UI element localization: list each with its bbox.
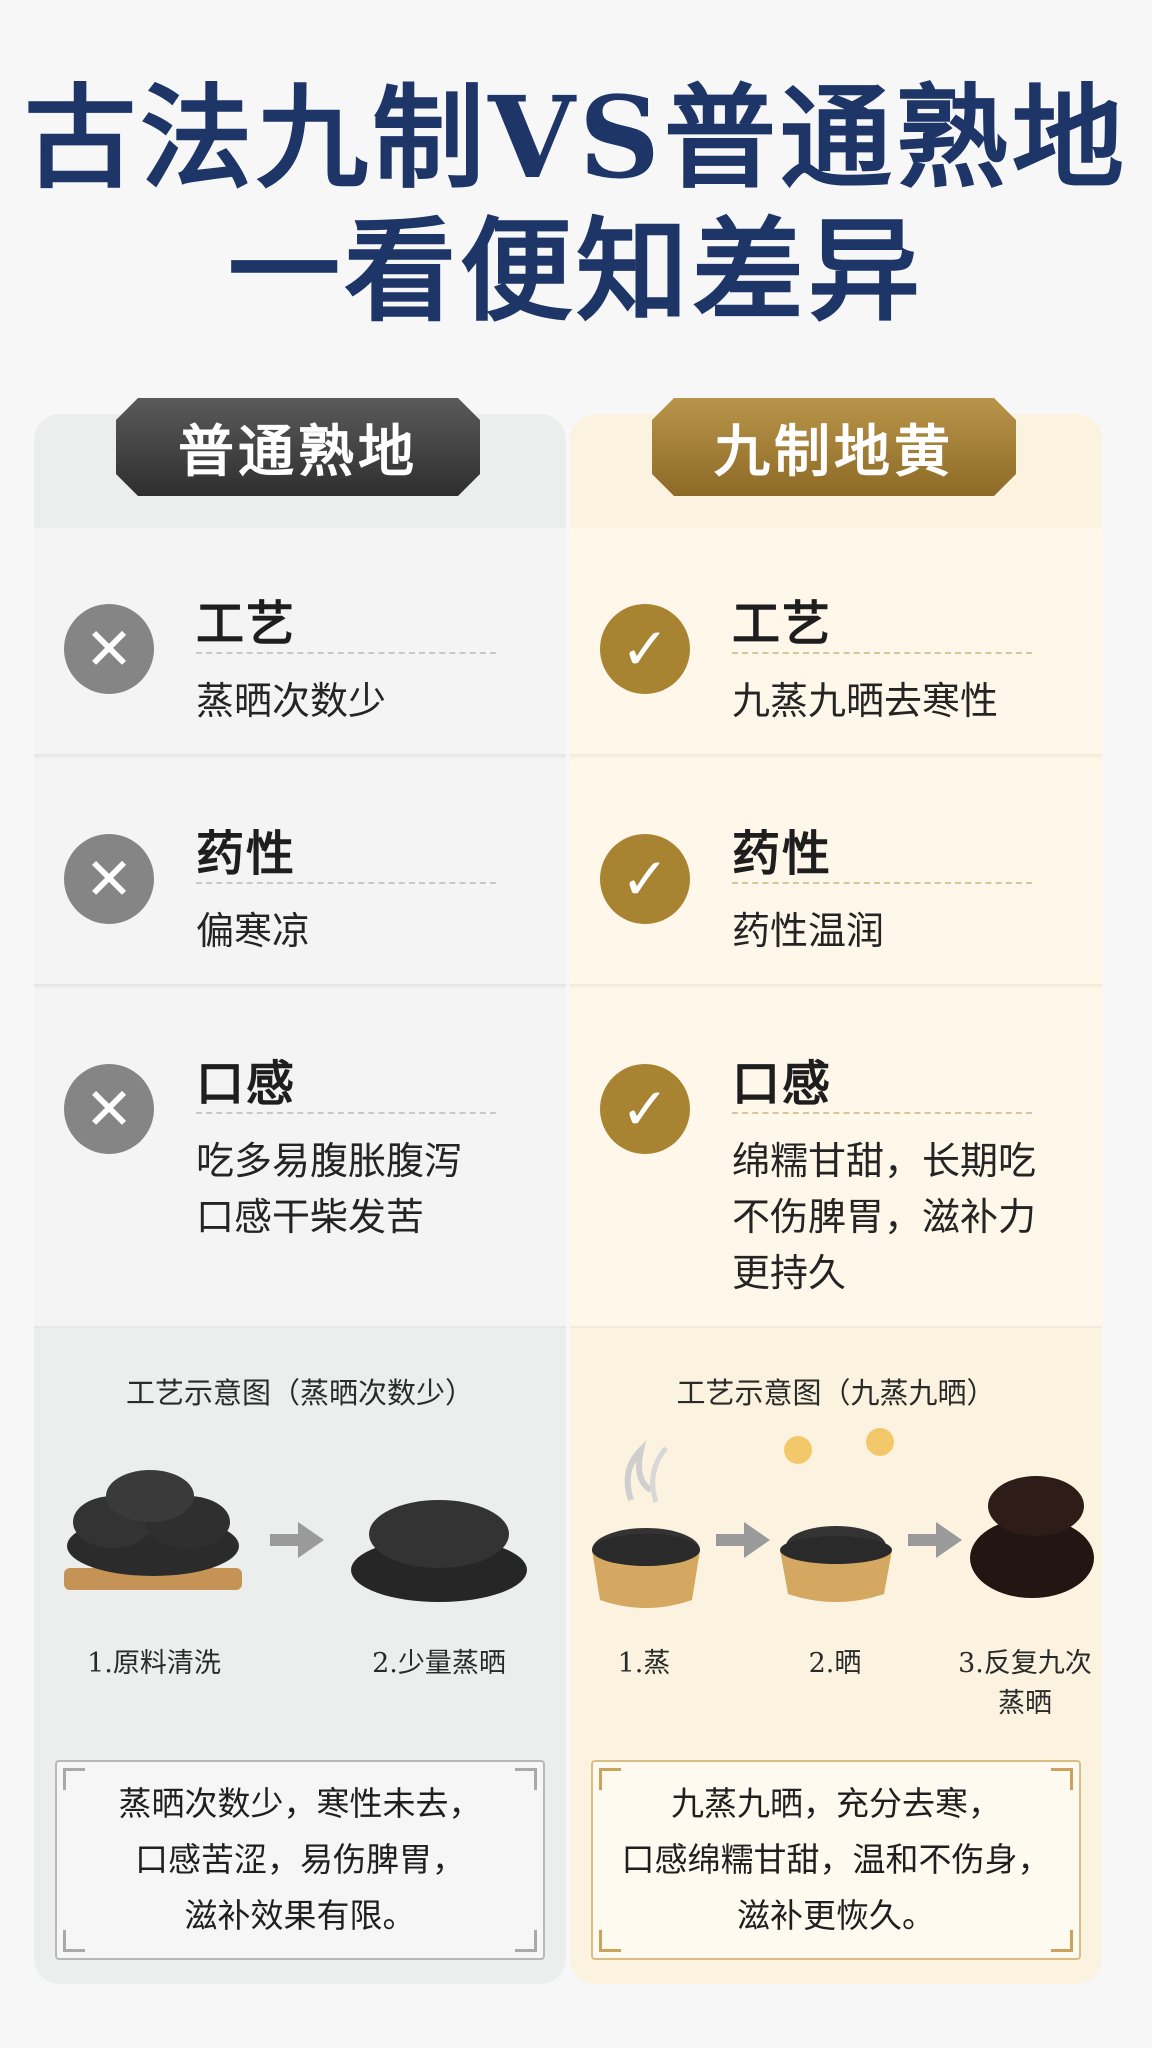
card-text: 蒸晒次数少 bbox=[196, 679, 387, 723]
nine-property-card: ✓ 药性 药性温润 bbox=[570, 758, 1102, 986]
divider bbox=[732, 652, 1032, 654]
nine-summary-note: 九蒸九晒，充分去寒， 口感绵糯甘甜，温和不伤身， 滋补更恢久。 bbox=[591, 1760, 1081, 1960]
arrow-right-icon bbox=[270, 1522, 324, 1558]
check-icon: ✓ bbox=[600, 1064, 690, 1154]
ordinary-property-card: ✕ 药性 偏寒凉 bbox=[34, 758, 566, 986]
nine-process-diagram: 工艺示意图（九蒸九晒） 1.蒸 2.晒 3.反复九次 蒸晒 bbox=[570, 1330, 1102, 1750]
nine-processed-header: 九制地黄 bbox=[652, 398, 1016, 496]
divider bbox=[196, 652, 496, 654]
corner-ornament bbox=[63, 1930, 85, 1952]
divider bbox=[196, 882, 496, 884]
diagram-title: 工艺示意图（九蒸九晒） bbox=[676, 1376, 996, 1410]
card-title: 口感 bbox=[732, 1056, 833, 1112]
nine-craft-card: ✓ 工艺 九蒸九晒去寒性 bbox=[570, 528, 1102, 756]
card-title: 药性 bbox=[732, 826, 833, 882]
corner-ornament bbox=[1051, 1768, 1073, 1790]
check-icon: ✓ bbox=[600, 604, 690, 694]
nine-taste-card: ✓ 口感 绵糯甘甜，长期吃 不伤脾胃，滋补力 更持久 bbox=[570, 988, 1102, 1328]
card-text: 九蒸九晒去寒性 bbox=[732, 679, 999, 723]
step-label: 1.蒸 bbox=[617, 1648, 671, 1679]
card-title: 药性 bbox=[196, 826, 297, 882]
cross-icon: ✕ bbox=[64, 604, 154, 694]
divider bbox=[732, 1112, 1032, 1114]
card-text: 偏寒凉 bbox=[196, 909, 311, 953]
corner-ornament bbox=[1051, 1930, 1073, 1952]
check-icon: ✓ bbox=[600, 834, 690, 924]
page-title-line-2: 一看便知差异 bbox=[228, 206, 924, 337]
corner-ornament bbox=[515, 1930, 537, 1952]
arrow-right-icon bbox=[716, 1522, 770, 1558]
cross-icon: ✕ bbox=[64, 1064, 154, 1154]
arrow-right-icon bbox=[908, 1522, 962, 1558]
ordinary-header: 普通熟地 bbox=[116, 398, 480, 496]
card-text: 吃多易腹胀腹泻 口感干柴发苦 bbox=[196, 1139, 463, 1239]
card-text: 药性温润 bbox=[732, 909, 885, 953]
final-product-image bbox=[970, 1476, 1094, 1598]
ordinary-process-diagram: 工艺示意图（蒸晒次数少） 1.原料清洗 2.少量蒸晒 bbox=[34, 1330, 566, 1750]
corner-ornament bbox=[63, 1768, 85, 1790]
card-text: 绵糯甘甜，长期吃 不伤脾胃，滋补力 更持久 bbox=[732, 1139, 1037, 1295]
steamed-once-image bbox=[351, 1500, 527, 1602]
card-title: 工艺 bbox=[196, 596, 297, 652]
step-label: 2.少量蒸晒 bbox=[372, 1648, 506, 1679]
card-title: 工艺 bbox=[732, 596, 833, 652]
corner-ornament bbox=[599, 1768, 621, 1790]
step-label: 1.原料清洗 bbox=[87, 1648, 221, 1679]
diagram-title: 工艺示意图（蒸晒次数少） bbox=[125, 1376, 474, 1410]
corner-ornament bbox=[599, 1930, 621, 1952]
divider bbox=[732, 882, 1032, 884]
corner-ornament bbox=[515, 1768, 537, 1790]
raw-material-image bbox=[64, 1470, 242, 1590]
divider bbox=[196, 1112, 496, 1114]
step-label: 3.反复九次 蒸晒 bbox=[958, 1648, 1092, 1719]
ordinary-summary-note: 蒸晒次数少，寒性未去， 口感苦涩，易伤脾胃， 滋补效果有限。 bbox=[55, 1760, 545, 1960]
step-label: 2.晒 bbox=[808, 1648, 862, 1679]
summary-text: 九蒸九晒，充分去寒， 口感绵糯甘甜，温和不伤身， 滋补更恢久。 bbox=[621, 1784, 1051, 1935]
page-title-line-1: 古法九制VS普通熟地 bbox=[24, 73, 1128, 204]
ordinary-craft-card: ✕ 工艺 蒸晒次数少 bbox=[34, 528, 566, 756]
sun-drying-image bbox=[780, 1428, 894, 1602]
steamer-image bbox=[592, 1440, 700, 1608]
card-title: 口感 bbox=[196, 1056, 297, 1112]
ordinary-taste-card: ✕ 口感 吃多易腹胀腹泻 口感干柴发苦 bbox=[34, 988, 566, 1328]
cross-icon: ✕ bbox=[64, 834, 154, 924]
summary-text: 蒸晒次数少，寒性未去， 口感苦涩，易伤脾胃， 滋补效果有限。 bbox=[118, 1784, 482, 1935]
